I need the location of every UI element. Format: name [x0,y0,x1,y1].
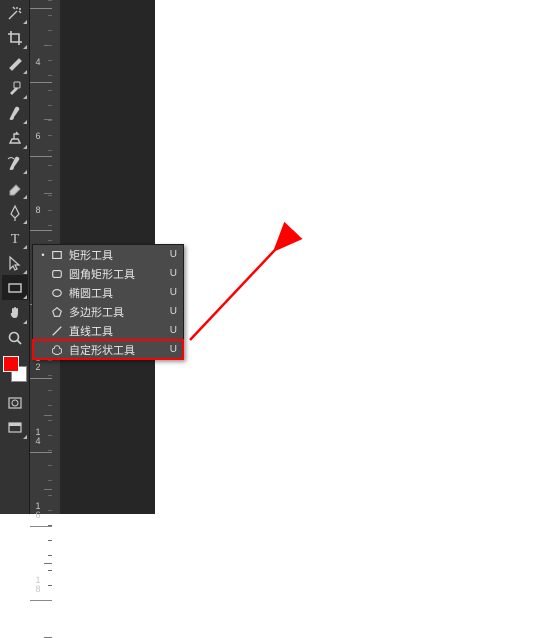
flyout-item-ellipse[interactable]: 椭圆工具U [33,283,183,302]
shape-tool-flyout: •矩形工具U圆角矩形工具U椭圆工具U多边形工具U直线工具U自定形状工具U [32,244,184,360]
flyout-item-line[interactable]: 直线工具U [33,321,183,340]
magic-wand-tool[interactable] [2,0,28,25]
flyout-item-shortcut: U [167,306,177,317]
healing-brush-tool[interactable] [2,75,28,100]
active-indicator: • [39,250,47,260]
ruler-tick-label: 8 [32,206,44,215]
flyout-item-shortcut: U [167,249,177,260]
tools-panel: T [0,0,30,514]
custom-icon [49,344,65,356]
flyout-item-shortcut: U [167,344,177,355]
pen-tool[interactable] [2,200,28,225]
flyout-item-shortcut: U [167,287,177,298]
flyout-item-label: 椭圆工具 [69,285,167,301]
quick-mask-toggle[interactable] [2,390,28,415]
history-brush-tool[interactable] [2,150,28,175]
ruler-tick-label: 1 6 [32,502,44,520]
line-icon [49,325,65,337]
flyout-item-rrect[interactable]: 圆角矩形工具U [33,264,183,283]
ruler-tick-label: 4 [32,58,44,67]
flyout-item-rect[interactable]: • 矩形工具U [33,245,183,264]
rect-icon [49,249,65,261]
flyout-item-custom[interactable]: 自定形状工具U [33,340,183,359]
flyout-item-shortcut: U [167,325,177,336]
path-selection-tool[interactable] [2,250,28,275]
ruler-tick-label: 1 8 [32,576,44,594]
color-swatches[interactable] [1,354,29,384]
crop-tool[interactable] [2,25,28,50]
ruler-tick-label: 6 [32,132,44,141]
flyout-item-polygon[interactable]: 多边形工具U [33,302,183,321]
flyout-item-label: 直线工具 [69,323,167,339]
flyout-item-shortcut: U [167,268,177,279]
flyout-item-label: 自定形状工具 [69,342,167,358]
eyedropper-tool[interactable] [2,50,28,75]
type-tool[interactable]: T [2,225,28,250]
hand-tool[interactable] [2,300,28,325]
clone-stamp-tool[interactable] [2,125,28,150]
flyout-item-label: 多边形工具 [69,304,167,320]
eraser-tool[interactable] [2,175,28,200]
page-background [155,0,533,514]
svg-text:T: T [10,232,19,247]
zoom-tool[interactable] [2,325,28,350]
flyout-item-label: 圆角矩形工具 [69,266,167,282]
flyout-item-label: 矩形工具 [69,247,167,263]
screen-mode-toggle[interactable] [2,415,28,440]
polygon-icon [49,306,65,318]
ellipse-icon [49,287,65,299]
foreground-color[interactable] [3,356,19,372]
shape-tool[interactable] [2,275,28,300]
rrect-icon [49,268,65,280]
ruler-tick-label: 1 4 [32,428,44,446]
brush-tool[interactable] [2,100,28,125]
